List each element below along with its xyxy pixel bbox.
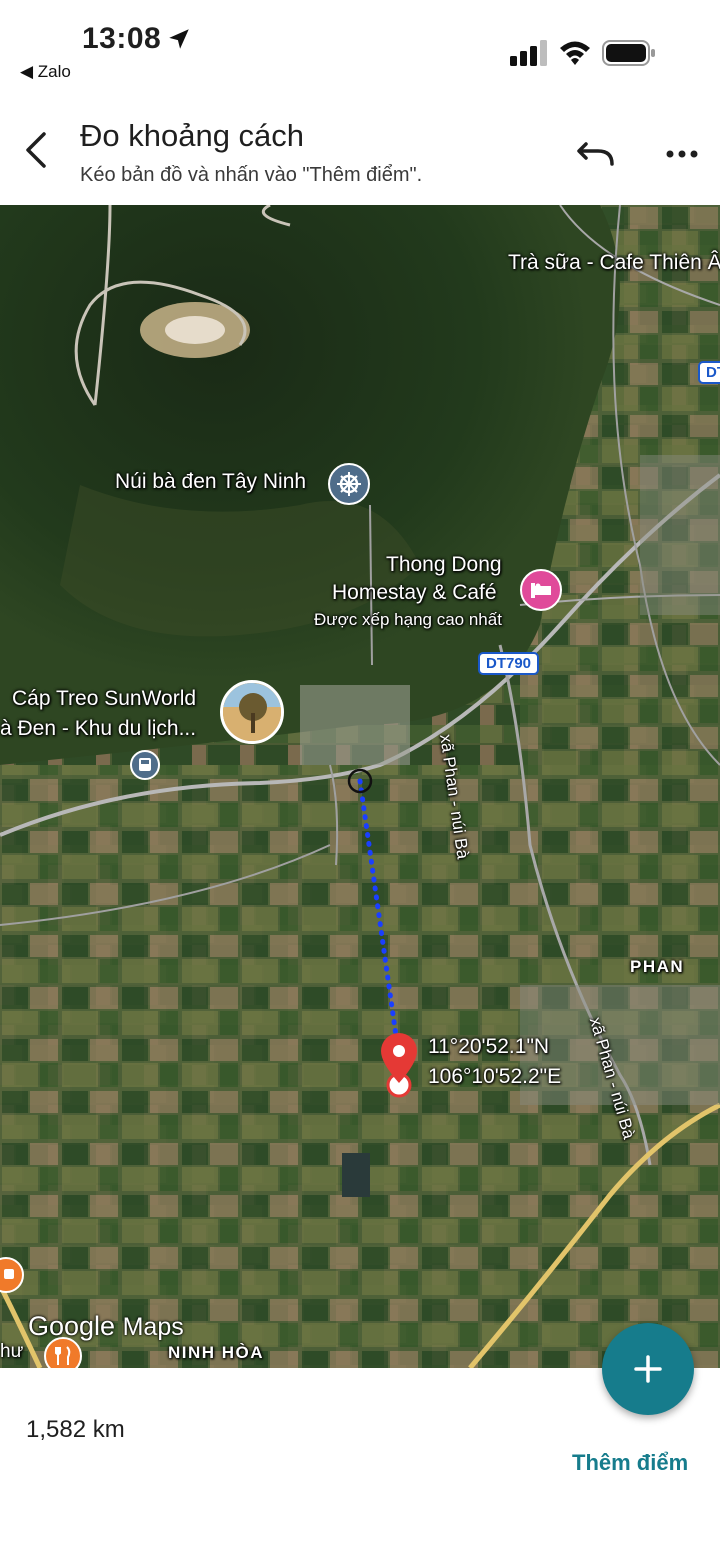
temple-icon[interactable] xyxy=(328,463,370,505)
coord-latitude: 11°20'52.1"N xyxy=(428,1035,550,1058)
coord-longitude: 106°10'52.2"E xyxy=(428,1065,562,1088)
map-label-cap-treo-line2[interactable]: à Đen - Khu du lịch... xyxy=(0,717,196,741)
status-time: 13:08 xyxy=(82,22,162,55)
cable-car-photo-thumbnail[interactable] xyxy=(220,680,284,744)
map-label-homestay-rating: Được xếp hạng cao nhất xyxy=(314,610,502,629)
google-wordmark: Google xyxy=(28,1311,116,1341)
map-label-phan: PHAN xyxy=(630,957,685,976)
back-to-app-link[interactable]: ◀ Zalo xyxy=(20,62,71,82)
add-point-button[interactable]: Thêm điểm xyxy=(572,1450,688,1476)
road-badge-dt790: DT790 xyxy=(478,652,540,675)
hotel-icon[interactable] xyxy=(520,569,562,611)
map-label-nui-ba-den[interactable]: Núi bà đen Tây Ninh xyxy=(115,470,306,494)
google-maps-attribution: Google Maps xyxy=(28,1311,184,1342)
total-distance: 1,582 km xyxy=(26,1416,125,1443)
maps-wordmark: Maps xyxy=(122,1313,184,1341)
more-options-icon[interactable] xyxy=(664,142,700,166)
map-label-homestay-line2[interactable]: Homestay & Café xyxy=(332,581,497,605)
wifi-icon xyxy=(560,41,590,65)
map-label-ninh-hoa: NINH HÒA xyxy=(168,1343,265,1362)
plus-icon xyxy=(634,1355,662,1383)
page-subtitle: Kéo bản đồ và nhấn vào "Thêm điểm". xyxy=(80,164,423,186)
map-label-thu: hư xyxy=(0,1341,24,1362)
bus-stop-icon[interactable] xyxy=(130,750,160,780)
back-arrow-icon[interactable] xyxy=(20,130,54,170)
location-arrow-icon xyxy=(169,29,189,49)
app-header: Đo khoảng cách Kéo bản đồ và nhấn vào "T… xyxy=(0,90,720,205)
status-bar: 13:08 ◀ Zalo xyxy=(0,0,720,90)
map-label-cap-treo-line1[interactable]: Cáp Treo SunWorld xyxy=(12,687,196,711)
cellular-signal-icon xyxy=(510,40,547,66)
road-badge-dt-edge: DT xyxy=(698,361,720,384)
page-title: Đo khoảng cách xyxy=(80,118,305,153)
undo-icon[interactable] xyxy=(576,138,616,168)
cafe-icon[interactable] xyxy=(0,1257,24,1293)
map-label-tra-sua[interactable]: Trà sữa - Cafe Thiên Â xyxy=(508,251,720,275)
add-point-fab[interactable] xyxy=(602,1323,694,1415)
satellite-imagery xyxy=(0,205,720,1368)
battery-icon xyxy=(602,40,655,66)
map-label-homestay-line1[interactable]: Thong Dong xyxy=(386,553,502,577)
satellite-map[interactable]: Trà sữa - Cafe Thiên Â DT Núi bà đen Tây… xyxy=(0,205,720,1368)
